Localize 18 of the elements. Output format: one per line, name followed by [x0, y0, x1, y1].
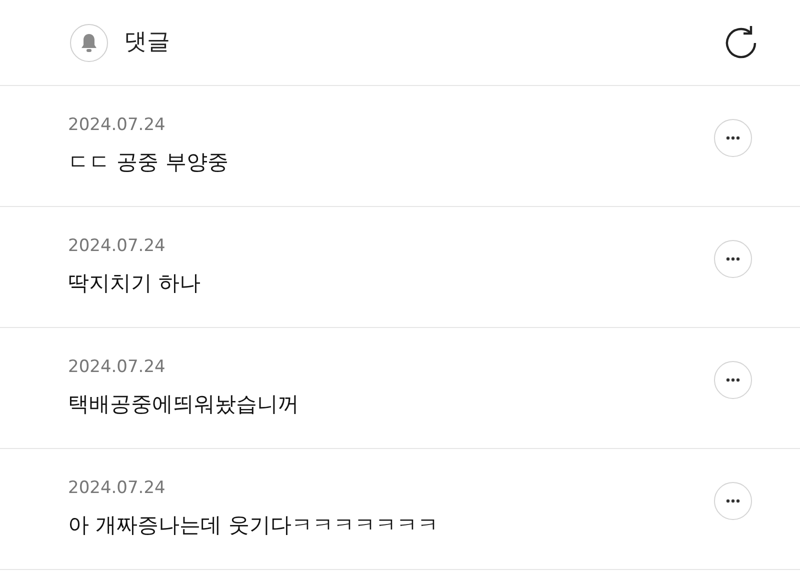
more-button[interactable]: [714, 361, 752, 399]
comment-date: 2024.07.24: [68, 114, 166, 137]
more-button[interactable]: [714, 482, 752, 520]
more-icon: [726, 378, 740, 382]
header-title: 댓글: [124, 28, 170, 58]
more-icon: [726, 257, 740, 261]
comment-text: 택배공중에띄워놨습니꺼: [68, 390, 300, 418]
bell-icon[interactable]: [70, 24, 108, 62]
comment-date: 2024.07.24: [68, 477, 166, 500]
comment-date: 2024.07.24: [68, 235, 166, 258]
more-icon: [726, 499, 740, 503]
more-button[interactable]: [714, 119, 752, 157]
comment-text: ㄷㄷ 공중 부양중: [68, 148, 230, 176]
more-button[interactable]: [714, 240, 752, 278]
comment-text: 딱지치기 하나: [68, 270, 202, 296]
more-icon: [726, 136, 740, 140]
comment-date: 2024.07.24: [68, 356, 166, 379]
comment-text: 아 개짜증나는데 웃기다ㅋㅋㅋㅋㅋㅋㅋ: [68, 512, 440, 538]
